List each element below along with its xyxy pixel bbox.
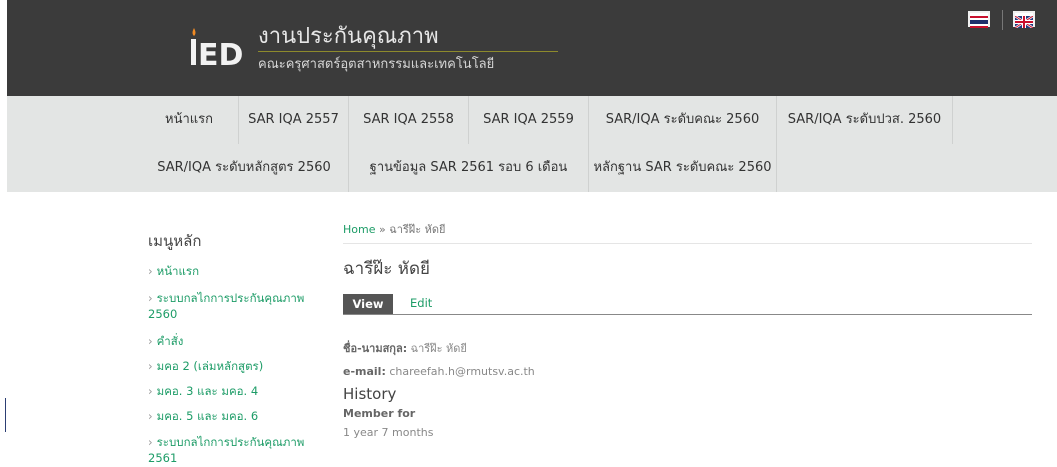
- chevron-right-icon: ›: [148, 384, 153, 398]
- email-field: e-mail: chareefah.h@rmutsv.ac.th: [343, 365, 535, 378]
- sidebar-item-label: มคอ 2 (เล่มหลักสูตร): [156, 359, 264, 373]
- language-separator: [1002, 10, 1003, 30]
- sidebar-item-label: ระบบกลไกการประกันคุณภาพ: [156, 291, 305, 305]
- main-navigation: หน้าแรก SAR IQA 2557 SAR IQA 2558 SAR IQ…: [7, 96, 1057, 192]
- sidebar-item-label: มคอ. 5 และ มคอ. 6: [156, 409, 259, 423]
- thai-flag-icon[interactable]: [968, 11, 990, 28]
- breadcrumb-divider: [343, 243, 1032, 244]
- nav-sar-database-2561[interactable]: ฐานข้อมูล SAR 2561 รอบ 6 เดือน: [349, 144, 589, 192]
- sidebar-item-label: มคอ. 3 และ มคอ. 4: [156, 384, 259, 398]
- name-field: ชื่อ-นามสกุล: ฉารีฝ๊ะ หัดยี: [343, 339, 467, 357]
- site-title: งานประกันคุณภาพ: [258, 24, 439, 49]
- breadcrumb-home-link[interactable]: Home: [343, 223, 375, 236]
- sidebar-item-qa-system-2560[interactable]: › ระบบกลไกการประกันคุณภาพ 2560: [148, 290, 304, 322]
- sidebar-item-tqf3-4[interactable]: › มคอ. 3 และ มคอ. 4: [148, 383, 258, 399]
- breadcrumb: Home » ฉารีฝ๊ะ หัดยี: [343, 220, 446, 238]
- ied-logo[interactable]: ED: [188, 24, 246, 68]
- chevron-right-icon: ›: [148, 264, 153, 278]
- nav-home[interactable]: หน้าแรก: [140, 96, 239, 144]
- breadcrumb-separator: »: [378, 223, 386, 236]
- nav-sar-iqa-curriculum-2560[interactable]: SAR/IQA ระดับหลักสูตร 2560: [140, 144, 349, 192]
- site-subtitle: คณะครุศาสตร์อุตสาหกรรมและเทคโนโลยี: [258, 57, 495, 72]
- site-header: ED งานประกันคุณภาพ คณะครุศาสตร์อุตสาหกรร…: [7, 0, 1057, 96]
- member-for-value: 1 year 7 months: [343, 426, 434, 439]
- sidebar-item-qa-system-2561[interactable]: › ระบบกลไกการประกันคุณภาพ 2561: [148, 434, 304, 466]
- sidebar-item-label: คำสั่ง: [156, 334, 184, 348]
- name-label: ชื่อ-นามสกุล:: [343, 342, 408, 355]
- page-title: ฉารีฝ๊ะ หัดยี: [343, 259, 430, 279]
- sidebar-item-home[interactable]: › หน้าแรก: [148, 263, 199, 279]
- chevron-right-icon: ›: [148, 359, 153, 373]
- tabs-divider: [343, 314, 1032, 315]
- tab-view[interactable]: View: [343, 294, 393, 314]
- sidebar-item-label: หน้าแรก: [156, 264, 200, 278]
- nav-sar-iqa-2558[interactable]: SAR IQA 2558: [349, 96, 469, 144]
- chevron-right-icon: ›: [148, 435, 153, 449]
- history-heading: History: [343, 385, 397, 403]
- chevron-right-icon: ›: [148, 409, 153, 423]
- chevron-right-icon: ›: [148, 291, 153, 305]
- sidebar-item-orders[interactable]: › คำสั่ง: [148, 333, 183, 349]
- title-divider: [258, 51, 558, 52]
- nav-sar-iqa-2559[interactable]: SAR IQA 2559: [469, 96, 589, 144]
- tab-edit[interactable]: Edit: [410, 296, 432, 310]
- nav-sar-iqa-diploma-2560[interactable]: SAR/IQA ระดับปวส. 2560: [777, 96, 953, 144]
- sidebar-item-label: ระบบกลไกการประกันคุณภาพ: [156, 435, 305, 449]
- member-for-label: Member for: [343, 407, 416, 420]
- uk-flag-icon[interactable]: [1013, 11, 1035, 29]
- breadcrumb-current: ฉารีฝ๊ะ หัดยี: [389, 223, 446, 236]
- sidebar-title: เมนูหลัก: [148, 232, 202, 250]
- sidebar-item-tqf2[interactable]: › มคอ 2 (เล่มหลักสูตร): [148, 358, 263, 374]
- nav-sar-iqa-2557[interactable]: SAR IQA 2557: [239, 96, 349, 144]
- email-label: e-mail:: [343, 365, 386, 378]
- nav-sar-evidence-2560[interactable]: หลักฐาน SAR ระดับคณะ 2560: [589, 144, 777, 192]
- sidebar-item-tqf5-6[interactable]: › มคอ. 5 และ มคอ. 6: [148, 408, 258, 424]
- email-value: chareefah.h@rmutsv.ac.th: [389, 365, 535, 378]
- sidebar-item-label: 2561: [148, 451, 178, 465]
- name-value: ฉารีฝ๊ะ หัดยี: [410, 342, 467, 355]
- chevron-right-icon: ›: [148, 334, 153, 348]
- sidebar-item-label: 2560: [148, 307, 178, 321]
- window-edge-marker: [5, 398, 6, 432]
- nav-sar-iqa-faculty-2560[interactable]: SAR/IQA ระดับคณะ 2560: [589, 96, 777, 144]
- svg-text:ED: ED: [198, 38, 243, 68]
